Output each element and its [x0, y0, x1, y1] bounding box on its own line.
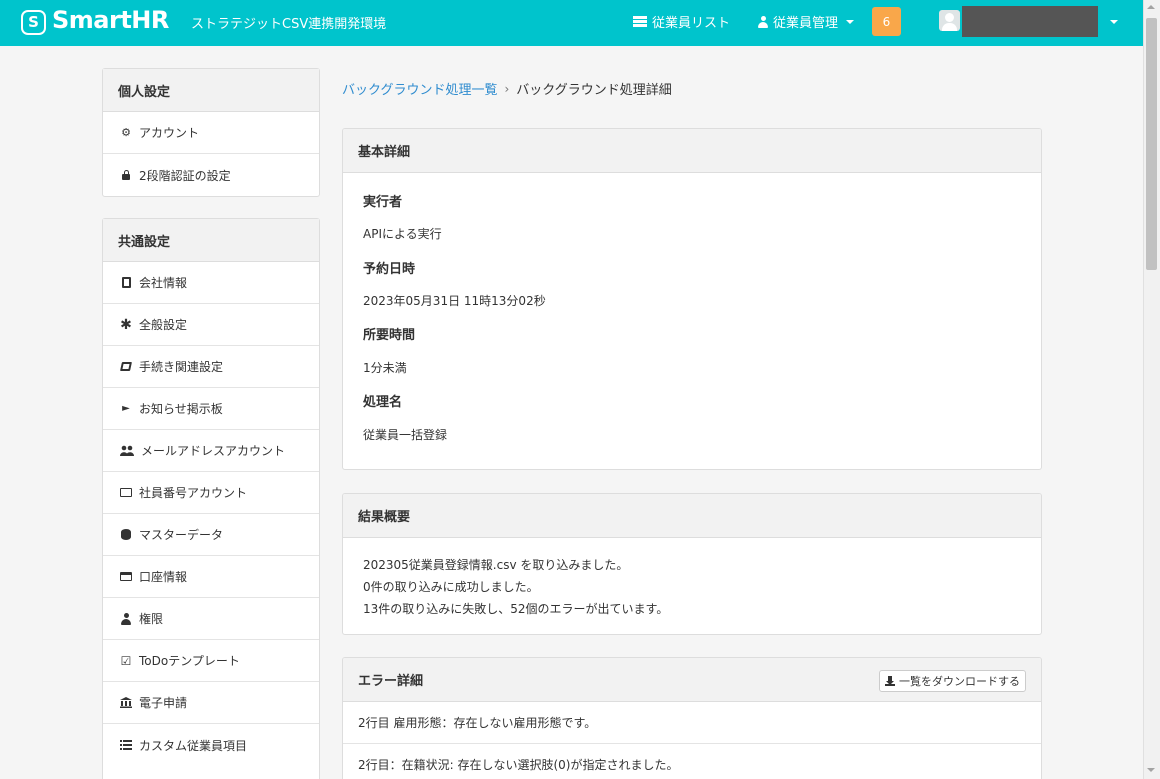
duration-label: 所要時間 [363, 328, 416, 343]
user-menu-chevron-down-icon[interactable] [1110, 20, 1118, 24]
avatar[interactable] [939, 10, 960, 31]
result-summary-panel: 結果概要 202305従業員登録情報.csv を取り込みました。 0件の取り込み… [342, 493, 1042, 635]
breadcrumb: バックグラウンド処理一覧 › バックグラウンド処理詳細 [342, 79, 672, 99]
user-name-redacted[interactable] [962, 6, 1098, 37]
database-icon [120, 529, 132, 541]
asterisk-icon: ✱ [120, 316, 132, 333]
sidebar-item-label: 2段階認証の設定 [139, 168, 231, 183]
gear-icon: ⚙ [121, 126, 131, 139]
sidebar-item-two-factor[interactable]: 2段階認証の設定 [103, 154, 319, 196]
bank-icon [120, 697, 132, 709]
sidebar-item-label: お知らせ掲示板 [139, 402, 223, 416]
duration-value: 1分未満 [363, 361, 407, 375]
sidebar-item-label: マスターデータ [139, 528, 224, 542]
scroll-up-icon[interactable] [1147, 5, 1155, 9]
error-row: 2行目：在籍状況: 存在しない選択肢(0)が指定されました。 [343, 744, 1041, 779]
summary-line-failure-count: 13件の取り込みに失敗し、52個のエラーが出ています。 [363, 602, 669, 616]
sidebar-item-email-accounts[interactable]: メールアドレスアカウント [103, 430, 319, 472]
result-summary-title: 結果概要 [343, 494, 1041, 538]
lock-icon [120, 169, 132, 181]
download-icon [885, 676, 895, 686]
sidebar-item-label: カスタム従業員項目 [139, 738, 248, 753]
sidebar-item-bank-account[interactable]: 口座情報 [103, 556, 319, 598]
notification-badge[interactable]: 6 [872, 7, 901, 36]
sidebar-personal-settings: 個人設定 ⚙ アカウント 2段階認証の設定 [102, 68, 320, 197]
download-list-label: 一覧をダウンロードする [899, 675, 1020, 688]
sidebar-item-general-settings[interactable]: ✱ 全般設定 [103, 304, 319, 346]
user-icon [758, 15, 768, 28]
sidebar-item-label: 会社情報 [139, 276, 188, 290]
user-permission-icon [120, 612, 132, 625]
sidebar-item-label: ToDoテンプレート [139, 654, 240, 668]
nav-employee-manage-label: 従業員管理 [773, 16, 839, 31]
sidebar-item-master-data[interactable]: マスターデータ [103, 514, 319, 556]
process-name-value: 従業員一括登録 [363, 428, 448, 442]
scrollbar-thumb[interactable] [1146, 18, 1157, 270]
breadcrumb-current: バックグラウンド処理詳細 [516, 83, 672, 98]
download-list-button[interactable]: 一覧をダウンロードする [879, 670, 1026, 692]
sidebar-item-custom-fields[interactable]: カスタム従業員項目 [103, 724, 319, 766]
sidebar-item-label: 全般設定 [139, 318, 188, 332]
smarthr-logo-icon[interactable]: S [21, 10, 46, 35]
sidebar-item-procedure-settings[interactable]: 手続き関連設定 [103, 346, 319, 388]
sidebar-item-employee-number-accounts[interactable]: 社員番号アカウント [103, 472, 319, 514]
list-icon [633, 16, 647, 27]
nav-employee-list[interactable]: 従業員リスト [633, 12, 730, 31]
sidebar-item-bulletin-board[interactable]: ► お知らせ掲示板 [103, 388, 319, 430]
credit-card-icon [120, 571, 132, 583]
sidebar-item-label: 口座情報 [139, 570, 188, 584]
sidebar-item-label: 社員番号アカウント [139, 486, 248, 500]
sidebar-item-label: メールアドレスアカウント [141, 444, 286, 458]
top-header: S SmartHR ストラテジットCSV連携開発環境 従業員リスト 従業員管理 … [0, 0, 1143, 46]
sidebar-item-company-info[interactable]: 会社情報 [103, 262, 319, 304]
sidebar-item-label: 権限 [139, 612, 164, 626]
sidebar-item-label: 手続き関連設定 [139, 360, 224, 374]
breadcrumb-parent-link[interactable]: バックグラウンド処理一覧 [342, 79, 497, 98]
sidebar-common-title: 共通設定 [103, 219, 319, 262]
sidebar-item-permissions[interactable]: 権限 [103, 598, 319, 640]
sidebar-item-todo-template[interactable]: ☑ ToDoテンプレート [103, 640, 319, 682]
summary-line-success-count: 0件の取り込みに成功しました。 [363, 580, 539, 594]
summary-line-imported-file: 202305従業員登録情報.csv を取り込みました。 [363, 558, 629, 572]
executor-label: 実行者 [363, 195, 403, 210]
list-icon [120, 739, 132, 751]
sidebar-item-label: 電子申請 [139, 696, 188, 710]
error-details-title: エラー詳細 [358, 674, 424, 689]
scheduled-datetime-value: 2023年05月31日 11時13分02秒 [363, 294, 546, 308]
smarthr-logo-text[interactable]: SmartHR [52, 6, 169, 34]
environment-name: ストラテジットCSV連携開発環境 [191, 17, 387, 32]
users-icon [120, 445, 134, 457]
building-icon [120, 277, 132, 289]
sidebar-item-account[interactable]: ⚙ アカウント [103, 112, 319, 154]
book-icon [120, 361, 132, 373]
nav-employee-list-label: 従業員リスト [652, 16, 731, 31]
error-details-panel: エラー詳細 一覧をダウンロードする 2行目 雇用形態：存在しない雇用形態です。 … [342, 657, 1042, 779]
error-details-header: エラー詳細 一覧をダウンロードする [343, 658, 1041, 702]
basic-details-title: 基本詳細 [343, 129, 1041, 173]
nav-employee-manage[interactable]: 従業員管理 [758, 12, 855, 31]
executor-value: APIによる実行 [363, 227, 442, 241]
scroll-down-icon[interactable] [1147, 768, 1155, 772]
process-name-label: 処理名 [363, 395, 403, 410]
sidebar-item-label: アカウント [139, 126, 200, 140]
scheduled-datetime-label: 予約日時 [363, 262, 416, 277]
checkbox-icon: ☑ [120, 653, 132, 668]
basic-details-panel: 基本詳細 実行者 APIによる実行 予約日時 2023年05月31日 11時13… [342, 128, 1042, 470]
chevron-right-icon: › [504, 81, 510, 96]
sidebar-personal-title: 個人設定 [103, 69, 319, 112]
id-card-icon [120, 487, 132, 499]
sidebar-item-e-application[interactable]: 電子申請 [103, 682, 319, 724]
megaphone-icon: ► [122, 402, 130, 414]
error-row: 2行目 雇用形態：存在しない雇用形態です。 [343, 702, 1041, 744]
chevron-down-icon [846, 19, 855, 24]
sidebar-common-settings: 共通設定 会社情報 ✱ 全般設定 手続き関連設定 ► お知らせ掲示板 メールアド… [102, 218, 320, 779]
